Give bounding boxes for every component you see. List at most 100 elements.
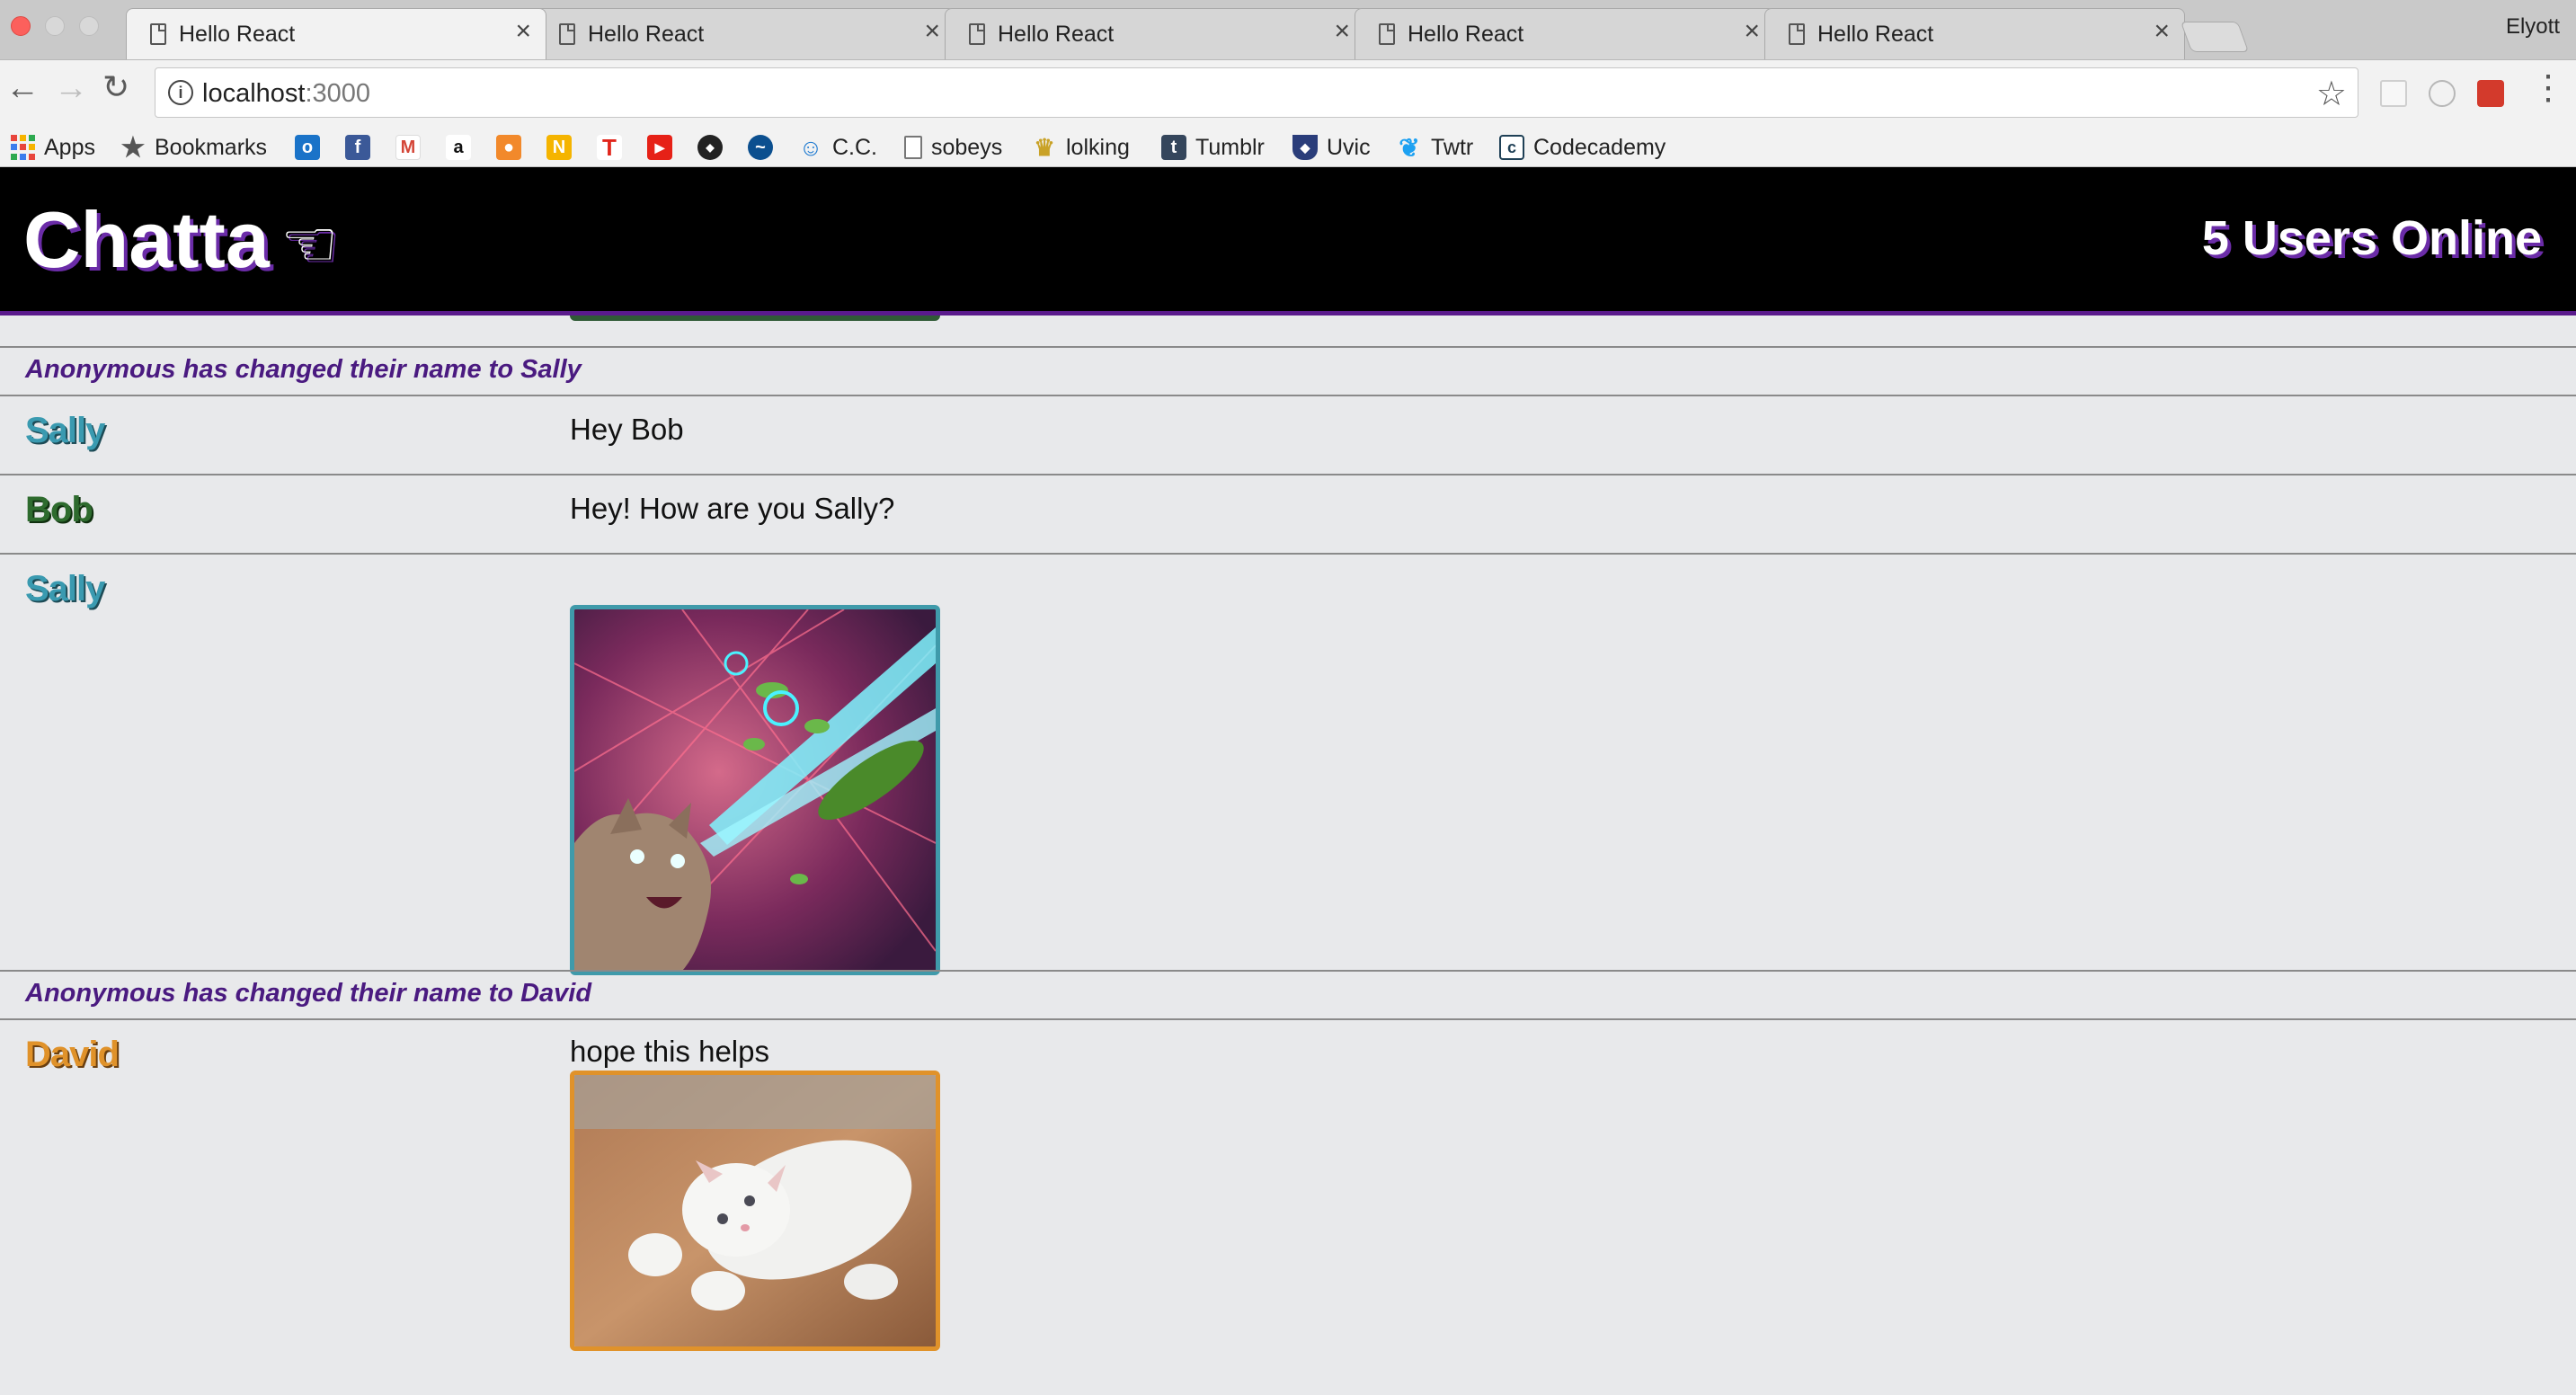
- system-notice: Anonymous has changed their name to Davi…: [0, 970, 2576, 1018]
- bookmark-team[interactable]: ~: [748, 128, 773, 167]
- message-username[interactable]: David: [25, 1035, 120, 1075]
- crown-icon: ♛: [1034, 133, 1055, 161]
- page-icon: [150, 23, 166, 45]
- bookmark-outlook[interactable]: o: [295, 128, 320, 167]
- bookmark-facebook[interactable]: f: [345, 128, 370, 167]
- browser-tab-strip: Hello React × Hello React × Hello React …: [0, 0, 2576, 59]
- close-tab-icon[interactable]: ×: [515, 18, 531, 45]
- uvic-shield-icon: ◆: [1292, 135, 1318, 160]
- browser-tab[interactable]: Hello React ×: [1355, 8, 1775, 59]
- notice-text: Anonymous has changed their name to Davi…: [25, 979, 592, 1008]
- kitten-image: [574, 1075, 936, 1346]
- bookmark-t[interactable]: T: [597, 128, 622, 167]
- kitten-gif[interactable]: [570, 1071, 940, 1351]
- notice-text: Anonymous has changed their name to Sall…: [25, 355, 582, 384]
- tumblr-icon: t: [1161, 135, 1186, 160]
- t-icon: T: [597, 134, 622, 161]
- orange-app-icon: ●: [496, 135, 521, 160]
- url-text[interactable]: localhost:3000: [202, 79, 370, 109]
- minimize-window-button[interactable]: [45, 16, 65, 36]
- chat-message: Sally Hey Bob: [0, 395, 2576, 474]
- page-icon: [904, 136, 922, 159]
- chat-message: Bob Hey! How are you Sally?: [0, 474, 2576, 553]
- bookmark-codecademy[interactable]: c Codecademy: [1499, 128, 1666, 167]
- tab-title: Hello React: [1408, 22, 1524, 47]
- team-logo-icon: ~: [748, 135, 773, 160]
- tab-title: Hello React: [998, 22, 1115, 47]
- app-title: Chatta: [23, 195, 270, 284]
- extension-icon[interactable]: [2477, 80, 2504, 107]
- message-username[interactable]: Bob: [25, 490, 93, 530]
- gmail-icon: M: [395, 135, 421, 160]
- bookmark-cc[interactable]: ☺ C.C.: [798, 128, 877, 167]
- bookmark-nhl[interactable]: ◆: [697, 128, 723, 167]
- browser-tab[interactable]: Hello React ×: [535, 8, 955, 59]
- new-tab-button[interactable]: [2180, 22, 2250, 52]
- bookmarks-bar: Apps ★ Bookmarks o f M a ● N T ▶ ◆ ~ ☺ C…: [0, 128, 2576, 167]
- system-notice: Anonymous has changed their name to Sall…: [0, 346, 2576, 395]
- users-online-count: 5 Users Online: [2201, 211, 2542, 265]
- chat-message: Sally: [0, 553, 2576, 975]
- codecademy-icon: c: [1499, 135, 1524, 160]
- browser-tab[interactable]: Hello React ×: [945, 8, 1365, 59]
- twitter-icon: ❦: [1399, 133, 1420, 162]
- message-text: Hey Bob: [570, 413, 684, 446]
- message-username[interactable]: Sally: [25, 569, 105, 609]
- bookmark-bookmarks[interactable]: ★ Bookmarks: [120, 128, 268, 167]
- close-tab-icon[interactable]: ×: [1334, 18, 1350, 45]
- tab-title: Hello React: [588, 22, 705, 47]
- close-window-button[interactable]: [11, 16, 31, 36]
- extension-icon[interactable]: [2429, 80, 2456, 107]
- bookmark-amazon[interactable]: a: [446, 128, 471, 167]
- more-menu-icon[interactable]: ⋮: [2531, 71, 2565, 105]
- tab-title: Hello React: [179, 22, 296, 47]
- browser-toolbar: ← → ↻ i localhost:3000 ☆ ⋮: [0, 59, 2576, 128]
- bookmark-uvic[interactable]: ◆ Uvic: [1292, 128, 1371, 167]
- page-icon: [1379, 23, 1395, 45]
- bookmark-tumblr[interactable]: t Tumblr: [1161, 128, 1265, 167]
- amazon-icon: a: [446, 135, 471, 160]
- bookmark-sobeys[interactable]: sobeys: [904, 128, 1002, 167]
- message-text: Hey! How are you Sally?: [570, 492, 895, 525]
- browser-tab[interactable]: Hello React ×: [126, 8, 546, 59]
- bookmark-youtube[interactable]: ▶: [647, 128, 672, 167]
- bookmark-star-icon[interactable]: ☆: [2316, 74, 2347, 114]
- app-header: Chatta ☜ 5 Users Online: [0, 167, 2576, 315]
- extension-icon[interactable]: [2380, 80, 2407, 107]
- page-icon: [1789, 23, 1805, 45]
- bookmark-orange-app[interactable]: ●: [496, 128, 521, 167]
- info-icon[interactable]: i: [168, 80, 193, 105]
- apps-grid-icon: [11, 135, 35, 160]
- close-tab-icon[interactable]: ×: [1744, 18, 1760, 45]
- forward-arrow-icon[interactable]: →: [54, 71, 88, 105]
- back-arrow-icon[interactable]: ←: [5, 71, 40, 105]
- person-icon: ☺: [798, 133, 823, 161]
- n-icon: N: [546, 135, 572, 160]
- close-tab-icon[interactable]: ×: [924, 18, 940, 45]
- tab-title: Hello React: [1817, 22, 1934, 47]
- star-icon: ★: [120, 132, 146, 163]
- close-tab-icon[interactable]: ×: [2154, 18, 2170, 45]
- chat-log[interactable]: Anonymous has changed their name to Sall…: [0, 315, 2576, 1395]
- message-username[interactable]: Sally: [25, 411, 105, 451]
- pointing-hand-icon: ☜: [280, 209, 339, 280]
- chat-message: David hope this helps: [0, 1018, 2576, 1395]
- browser-tab[interactable]: Hello React ×: [1764, 8, 2185, 59]
- bookmark-apps[interactable]: Apps: [11, 128, 95, 167]
- reload-icon[interactable]: ↻: [102, 71, 129, 103]
- previous-image-edge: [570, 315, 940, 321]
- youtube-icon: ▶: [647, 135, 672, 160]
- profile-name[interactable]: Elyott: [2506, 14, 2560, 40]
- maximize-window-button[interactable]: [79, 16, 99, 36]
- cat-laser-image: [574, 609, 936, 971]
- facebook-icon: f: [345, 135, 370, 160]
- outlook-icon: o: [295, 135, 320, 160]
- bookmark-twtr[interactable]: ❦ Twtr: [1397, 128, 1473, 167]
- address-bar[interactable]: i localhost:3000 ☆: [155, 67, 2358, 118]
- bookmark-n[interactable]: N: [546, 128, 572, 167]
- page-icon: [559, 23, 575, 45]
- cat-laser-gif[interactable]: [570, 605, 940, 975]
- bookmark-gmail[interactable]: M: [395, 128, 421, 167]
- nhl-icon: ◆: [697, 135, 723, 160]
- bookmark-lolking[interactable]: ♛ lolking: [1032, 128, 1130, 167]
